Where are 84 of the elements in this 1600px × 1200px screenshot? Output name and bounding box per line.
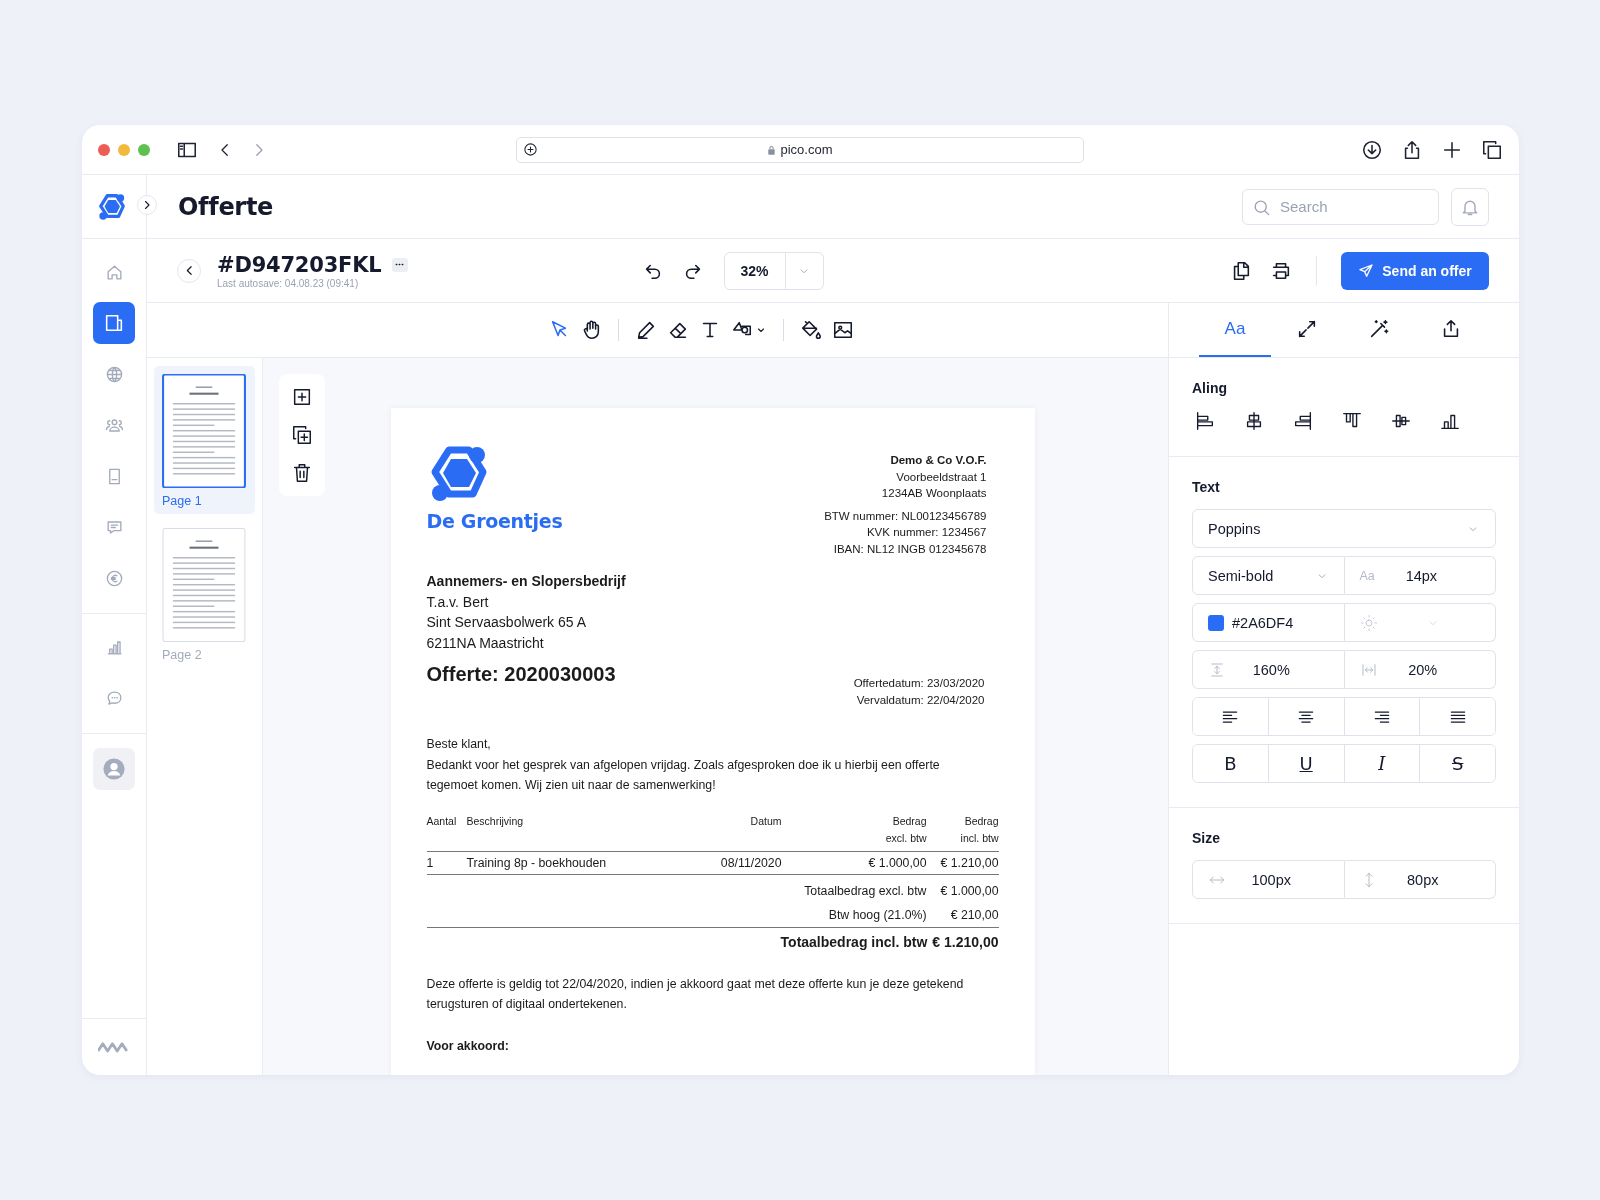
text-align-left-button[interactable] xyxy=(1193,698,1269,735)
table-cell: € 1.000,00 xyxy=(781,851,927,874)
section-title: Size xyxy=(1192,830,1221,846)
font-size-field[interactable]: Aa 14px xyxy=(1344,556,1496,595)
total-value: € 1.210,00 xyxy=(932,932,999,952)
column-header: Beschrijving xyxy=(466,812,687,851)
subtotal-value: € 1.000,00 xyxy=(939,882,999,900)
more-button[interactable] xyxy=(391,257,408,272)
date-line: Offertedatum: 23/03/2020 xyxy=(853,676,985,691)
intro-paragraph: Bedankt voor het gesprek van afgelopen vrijdag. Zoals afgesproken doe ik u hierbij een offerte tegemoet komen. Wij zien uit naar de samenwerking! xyxy=(426,756,941,794)
fill-tool[interactable] xyxy=(799,319,822,341)
address-bar[interactable]: pico.com xyxy=(516,136,1084,163)
align-left-icon[interactable] xyxy=(1194,410,1216,432)
wand-icon xyxy=(1368,318,1390,340)
document-id: #D947203FKL xyxy=(217,252,382,277)
section-title: Text xyxy=(1192,479,1221,495)
add-icon xyxy=(523,142,538,157)
recipient-line: 6211NA Maastricht xyxy=(426,633,545,653)
greeting: Beste klant, xyxy=(426,736,492,753)
globe-icon xyxy=(104,364,124,384)
app-logo[interactable] xyxy=(97,191,127,222)
height-field[interactable]: 80px xyxy=(1344,860,1496,899)
column-header: Bedrag incl. btw xyxy=(926,812,999,851)
signature-label: Voor akkoord: xyxy=(426,1038,510,1053)
image-tool[interactable] xyxy=(831,319,854,341)
offer-title: Offerte: 2020030003 xyxy=(426,663,616,686)
tabs-icon[interactable] xyxy=(1481,138,1503,161)
letter-spacing-field[interactable]: 20% xyxy=(1344,650,1496,689)
font-weight-select[interactable]: Semi-bold xyxy=(1192,556,1345,595)
search-field[interactable]: Search xyxy=(1242,188,1439,225)
recipient-line: Aannemers- en Slopersbedrijf xyxy=(426,572,627,591)
validity-paragraph: Deze offerte is geldig tot 22/04/2020, indien je akkoord gaat met deze offerte kun je deze getekend terugsturen of digitaal ondertekenen. xyxy=(426,975,965,1013)
table-cell: Training 8p - boekhouden xyxy=(466,851,687,874)
subtotal-label: Btw hoog (21.0%) xyxy=(828,906,927,924)
column-header: Datum xyxy=(686,812,782,851)
date-line: Vervaldatum: 22/04/2020 xyxy=(856,692,985,708)
autosave-text: Last autosave: 04.08.23 (09:41) xyxy=(217,277,360,289)
table-cell: 08/11/2020 xyxy=(686,851,782,874)
table-cell: € 1.210,00 xyxy=(926,851,999,874)
euro-icon xyxy=(104,568,124,588)
total-label: Totaalbedrag incl. btw xyxy=(780,932,928,952)
delete-page-button[interactable] xyxy=(291,462,313,484)
document-editor-icon xyxy=(103,312,125,334)
close-window-button[interactable] xyxy=(98,143,110,156)
registration-line: BTW nummer: NL00123456789 xyxy=(824,508,987,524)
subtotal-value: € 210,00 xyxy=(949,906,999,924)
typography-tab[interactable]: Aa xyxy=(1199,303,1271,357)
align-right-icon[interactable] xyxy=(1292,410,1314,432)
registration-line: KVK nummer: 1234567 xyxy=(866,525,987,540)
font-family-select[interactable]: Poppins xyxy=(1192,509,1496,548)
resize-icon xyxy=(1296,318,1318,340)
sender-line: Voorbeeldstraat 1 xyxy=(896,469,987,485)
page-title: Offerte xyxy=(178,192,274,221)
line-height-icon xyxy=(1208,660,1226,679)
recipient-line: T.a.v. Bert xyxy=(426,592,490,612)
sender-line: Demo & Co V.O.F. xyxy=(890,453,987,468)
send-icon xyxy=(1358,262,1375,279)
color-field[interactable]: #2A6DF4 xyxy=(1192,603,1345,642)
avatar-icon xyxy=(101,756,127,782)
column-header: Bedrag excl. btw xyxy=(781,812,927,851)
home-icon xyxy=(104,262,124,282)
company-name: De Groentjes xyxy=(426,510,563,532)
line-height-field[interactable]: 160% xyxy=(1192,650,1345,689)
sender-line: 1234AB Woonplaats xyxy=(881,486,987,501)
add-page-button[interactable] xyxy=(291,386,313,408)
duplicate-page-button[interactable] xyxy=(291,424,313,446)
send-offer-button[interactable]: Send an offer xyxy=(1341,251,1489,290)
page-thumbnail[interactable]: Page 1 xyxy=(154,366,255,514)
sun-icon xyxy=(1359,613,1378,632)
url-text: pico.com xyxy=(780,142,833,157)
table-cell: 1 xyxy=(426,851,467,874)
zoom-select[interactable]: 32% xyxy=(723,251,824,290)
lock-icon xyxy=(767,144,776,155)
section-title: Aling xyxy=(1192,380,1228,396)
column-header: Aantal xyxy=(426,812,467,851)
subtotal-label: Totaalbedrag excl. btw xyxy=(804,882,927,900)
expand-button[interactable] xyxy=(137,195,157,215)
recipient-line: Sint Servaasbolwerk 65 A xyxy=(426,613,588,632)
width-field[interactable]: 100px xyxy=(1192,860,1345,899)
registration-line: IBAN: NL12 INGB 012345678 xyxy=(833,541,987,557)
bold-button[interactable]: B xyxy=(1193,745,1269,782)
sidebar-item[interactable] xyxy=(93,302,135,344)
download-icon[interactable] xyxy=(1361,138,1383,161)
brand-logo xyxy=(98,1041,130,1053)
